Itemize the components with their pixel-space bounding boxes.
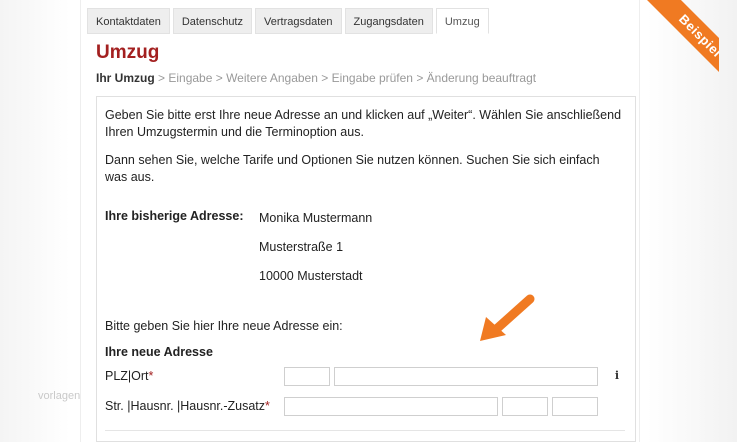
info-icon[interactable]: i — [611, 369, 623, 383]
old-address-street: Musterstraße 1 — [259, 240, 344, 254]
tab-kontaktdaten[interactable]: Kontaktdaten — [87, 8, 170, 34]
example-badge: Beispiel — [629, 0, 719, 90]
house-number-suffix-input[interactable] — [552, 397, 598, 416]
required-mark: * — [148, 369, 154, 383]
example-badge-label: Beispiel — [645, 0, 719, 90]
intro-paragraph-1: Geben Sie bitte erst Ihre neue Adresse a… — [105, 108, 622, 139]
required-mark: * — [265, 399, 270, 413]
street-label: Str. |Hausnr. |Hausnr.-Zusatz* — [105, 399, 270, 413]
old-address-name: Monika Mustermann — [259, 211, 373, 225]
content-page: Kontaktdaten Datenschutz Vertragsdaten Z… — [80, 0, 719, 442]
tab-datenschutz[interactable]: Datenschutz — [172, 8, 252, 34]
new-address-intro: Bitte geben Sie hier Ihre neue Adresse e… — [105, 319, 343, 333]
form-box: Geben Sie bitte erst Ihre neue Adresse a… — [96, 96, 636, 442]
tab-umzug[interactable]: Umzug — [435, 8, 489, 34]
watermark-text: vorlagen — [38, 390, 81, 402]
plz-input[interactable] — [284, 367, 330, 386]
old-address-city: 10000 Musterstadt — [259, 269, 363, 283]
ort-input[interactable] — [334, 367, 598, 386]
divider — [105, 430, 625, 431]
old-address-label: Ihre bisherige Adresse: — [105, 209, 244, 223]
new-address-heading: Ihre neue Adresse — [105, 345, 213, 359]
house-number-input[interactable] — [502, 397, 548, 416]
plz-ort-label-text: PLZ|Ort — [105, 369, 149, 383]
tab-vertragsdaten[interactable]: Vertragsdaten — [255, 8, 342, 34]
tab-zugangsdaten[interactable]: Zugangsdaten — [344, 8, 433, 34]
intro-paragraph-2: Dann sehen Sie, welche Tarife und Option… — [105, 153, 600, 184]
breadcrumb-steps: > Eingabe > Weitere Angaben > Eingabe pr… — [154, 71, 537, 85]
street-label-text: Str. |Hausnr. |Hausnr.-Zusatz — [105, 399, 266, 413]
screenshot-frame: vorlagen Kontaktdaten Datenschutz Vertra… — [0, 0, 737, 442]
tab-bar: Kontaktdaten Datenschutz Vertragsdaten Z… — [87, 8, 489, 34]
page-title: Umzug — [96, 42, 160, 63]
plz-ort-label: PLZ|Ort* — [105, 369, 153, 383]
left-shadow — [0, 0, 70, 442]
orange-arrow-icon — [480, 294, 535, 341]
breadcrumb: Ihr Umzug > Eingabe > Weitere Angaben > … — [96, 71, 536, 85]
breadcrumb-current: Ihr Umzug — [96, 71, 155, 85]
street-input[interactable] — [284, 397, 498, 416]
